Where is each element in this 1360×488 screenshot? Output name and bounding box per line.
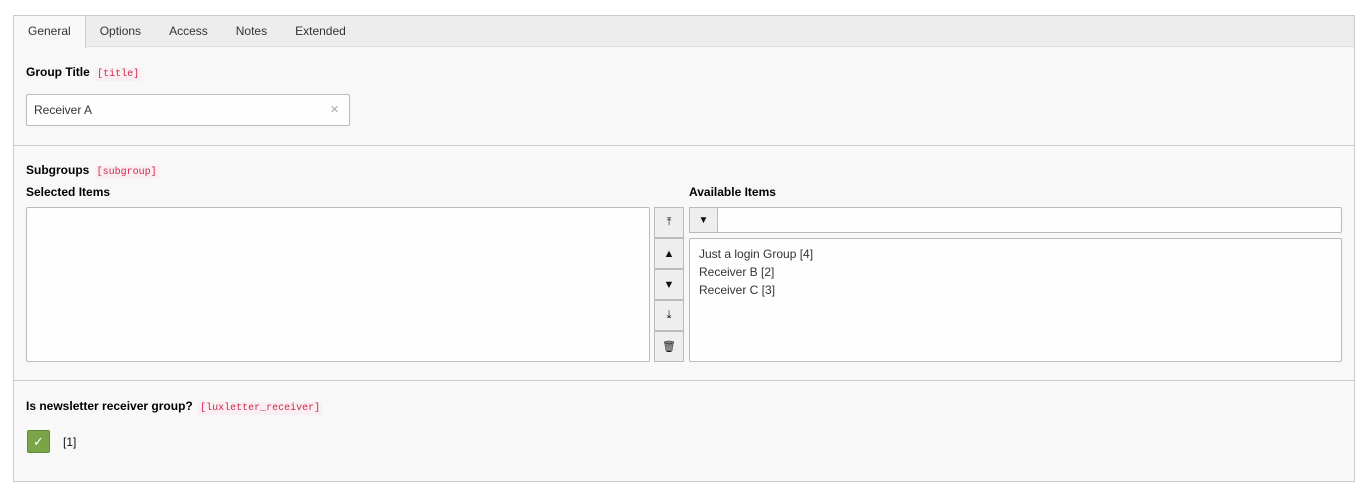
filter-icon: ▼: [698, 214, 709, 226]
subgroups-label: Subgroups [subgroup]: [26, 163, 159, 179]
remove-button[interactable]: 🗑: [654, 331, 684, 362]
move-down-button[interactable]: ▼: [654, 269, 684, 300]
selected-items-list[interactable]: [26, 207, 650, 362]
available-items-list[interactable]: Just a login Group [4] Receiver B [2] Re…: [689, 238, 1342, 362]
form-panel: General Options Access Notes Extended Gr…: [13, 15, 1355, 482]
move-up-icon: ▲: [663, 247, 675, 260]
available-item[interactable]: Receiver B [2]: [699, 263, 1332, 281]
subgroups-code: [subgroup]: [94, 166, 159, 179]
move-top-button[interactable]: ⤒: [654, 207, 684, 238]
trash-icon: 🗑: [662, 341, 676, 353]
available-item[interactable]: Receiver C [3]: [699, 281, 1332, 299]
check-icon: ✓: [33, 433, 44, 449]
title-section: Group Title [title] Receiver A ×: [14, 47, 1354, 146]
receiver-checkbox[interactable]: ✓: [27, 430, 50, 453]
clear-icon[interactable]: ×: [330, 101, 339, 118]
tab-extended[interactable]: Extended: [281, 16, 360, 46]
tab-general[interactable]: General: [14, 16, 86, 48]
title-code: [title]: [95, 68, 142, 81]
available-item[interactable]: Just a login Group [4]: [699, 245, 1332, 263]
move-top-icon: ⤒: [666, 216, 672, 228]
subgroups-section: Subgroups [subgroup] Selected Items Avai…: [14, 145, 1354, 381]
tab-options[interactable]: Options: [86, 16, 155, 46]
filter-input[interactable]: [717, 207, 1342, 233]
receiver-section: Is newsletter receiver group? [luxletter…: [14, 380, 1354, 482]
move-bottom-button[interactable]: ⤓: [654, 300, 684, 331]
receiver-label: Is newsletter receiver group? [luxletter…: [26, 399, 323, 415]
group-title-input[interactable]: Receiver A ×: [26, 94, 350, 126]
tab-bar: General Options Access Notes Extended: [14, 16, 1354, 48]
move-bottom-icon: ⤓: [666, 309, 672, 321]
tab-access[interactable]: Access: [155, 16, 222, 46]
selected-items-label: Selected Items: [26, 185, 111, 199]
move-down-icon: ▼: [663, 278, 675, 291]
tab-notes[interactable]: Notes: [222, 16, 281, 46]
available-items-label: Available Items: [689, 185, 776, 199]
move-up-button[interactable]: ▲: [654, 238, 684, 269]
receiver-code: [luxletter_receiver]: [198, 402, 323, 415]
filter-button[interactable]: ▼: [689, 207, 718, 233]
group-title-value: Receiver A: [34, 103, 93, 117]
receiver-value-label: [1]: [63, 435, 77, 449]
title-label: Group Title [title]: [26, 65, 142, 81]
